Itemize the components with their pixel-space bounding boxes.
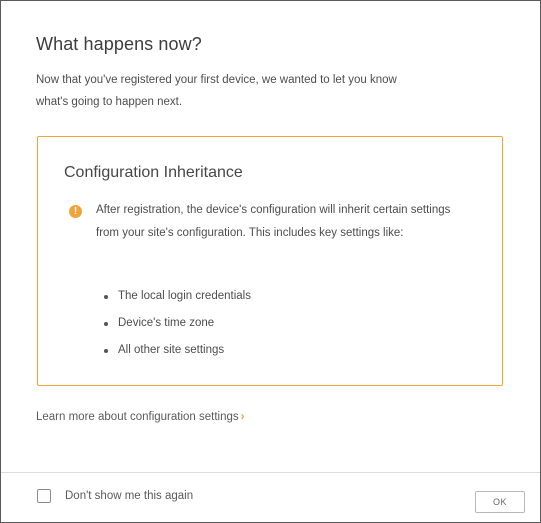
dont-show-again-row[interactable]: Don't show me this again xyxy=(37,489,193,503)
intro-line-1: Now that you've registered your first de… xyxy=(36,74,397,86)
chevron-right-icon: › xyxy=(240,409,245,423)
learn-more-link[interactable]: Learn more about configuration settings › xyxy=(36,409,245,423)
dont-show-again-checkbox[interactable] xyxy=(37,489,51,503)
footer-divider xyxy=(1,472,540,473)
dont-show-again-label: Don't show me this again xyxy=(65,490,194,502)
ok-button[interactable]: OK xyxy=(475,491,525,513)
list-item: All other site settings xyxy=(104,337,251,364)
callout-title: Configuration Inheritance xyxy=(64,164,243,181)
dialog: What happens now? Now that you've regist… xyxy=(0,0,541,523)
dialog-title: What happens now? xyxy=(36,34,202,54)
configuration-callout: Configuration Inheritance ! After regist… xyxy=(37,136,503,386)
callout-text: After registration, the device's configu… xyxy=(96,204,451,239)
intro-text: Now that you've registered your first de… xyxy=(36,69,511,113)
warning-icon: ! xyxy=(69,205,82,218)
intro-line-2: what's going to happen next. xyxy=(36,96,183,108)
list-item: Device's time zone xyxy=(104,310,251,337)
list-item: The local login credentials xyxy=(104,283,251,310)
learn-more-label: Learn more about configuration settings xyxy=(36,411,239,423)
settings-list: The local login credentials Device's tim… xyxy=(104,283,251,364)
